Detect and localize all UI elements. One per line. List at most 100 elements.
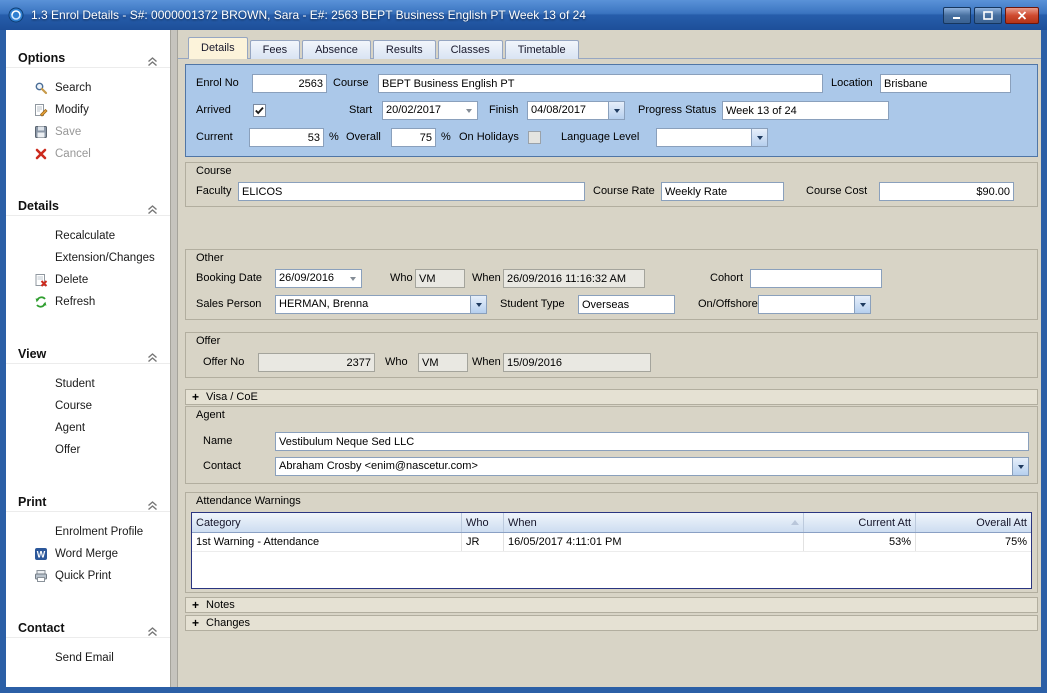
sidebar-splitter[interactable] bbox=[170, 30, 178, 687]
dropdown-arrow-icon[interactable] bbox=[751, 129, 767, 146]
sidebar-item-delete[interactable]: Delete bbox=[6, 269, 170, 291]
faculty-input[interactable] bbox=[238, 182, 585, 201]
tab-fees[interactable]: Fees bbox=[250, 40, 300, 59]
sidebar-header-details[interactable]: Details bbox=[6, 196, 170, 216]
sidebar-item-send-email[interactable]: Send Email bbox=[6, 647, 170, 669]
close-button[interactable] bbox=[1005, 7, 1039, 24]
sidebar-item-label: Modify bbox=[55, 104, 89, 116]
sidebar-item-enrolment-profile[interactable]: Enrolment Profile bbox=[6, 521, 170, 543]
start-date-combo[interactable]: 20/02/2017 bbox=[382, 101, 478, 120]
sidebar-item-offer[interactable]: Offer bbox=[6, 439, 170, 461]
collapse-chevrons-icon bbox=[147, 497, 158, 517]
dropdown-arrow-icon[interactable] bbox=[854, 296, 870, 313]
expand-plus-icon: + bbox=[192, 617, 199, 629]
column-header-current-att[interactable]: Current Att bbox=[804, 513, 916, 532]
enrol-no-input[interactable] bbox=[252, 74, 327, 93]
agent-contact-combo[interactable]: Abraham Crosby <enim@nascetur.com> bbox=[275, 457, 1029, 476]
agent-contact-value: Abraham Crosby <enim@nascetur.com> bbox=[276, 458, 1012, 475]
on-offshore-combo[interactable] bbox=[758, 295, 871, 314]
arrived-checkbox[interactable] bbox=[253, 104, 266, 117]
on-holidays-checkbox[interactable] bbox=[528, 131, 541, 144]
column-header-who[interactable]: Who bbox=[462, 513, 504, 532]
sidebar-header-print[interactable]: Print bbox=[6, 492, 170, 512]
agent-group: Agent Name Contact Abraham Crosby <enim@… bbox=[185, 406, 1038, 484]
warning-row[interactable]: 1st Warning - Attendance JR 16/05/2017 4… bbox=[192, 533, 1031, 552]
other-group-title: Other bbox=[196, 252, 224, 264]
sidebar-header-label: Options bbox=[18, 51, 65, 65]
sidebar-header-contact[interactable]: Contact bbox=[6, 618, 170, 638]
sales-person-label: Sales Person bbox=[196, 295, 261, 314]
enrol-details-window: 1.3 Enrol Details - S#: 0000001372 BROWN… bbox=[0, 0, 1047, 693]
location-input[interactable] bbox=[880, 74, 1011, 93]
sidebar-item-agent[interactable]: Agent bbox=[6, 417, 170, 439]
sales-person-value: HERMAN, Brenna bbox=[276, 296, 470, 313]
column-header-label: Who bbox=[466, 517, 489, 529]
visa-coe-expander[interactable]: + Visa / CoE bbox=[185, 389, 1038, 405]
enrol-header-panel: Enrol No Course Location Arrived Start 2… bbox=[185, 64, 1038, 157]
column-header-overall-att[interactable]: Overall Att bbox=[916, 513, 1031, 532]
offer-who-input[interactable] bbox=[418, 353, 468, 372]
dropdown-arrow-icon[interactable] bbox=[470, 296, 486, 313]
agent-name-input[interactable] bbox=[275, 432, 1029, 451]
column-header-label: Overall Att bbox=[976, 517, 1027, 529]
column-header-category[interactable]: Category bbox=[192, 513, 462, 532]
sidebar-item-recalculate[interactable]: Recalculate bbox=[6, 225, 170, 247]
progress-status-input[interactable] bbox=[722, 101, 889, 120]
tab-details[interactable]: Details bbox=[188, 37, 248, 59]
overall-att-input[interactable] bbox=[391, 128, 436, 147]
sidebar-item-course[interactable]: Course bbox=[6, 395, 170, 417]
sidebar-item-refresh[interactable]: Refresh bbox=[6, 291, 170, 313]
collapse-chevrons-icon bbox=[147, 623, 158, 643]
sidebar-item-quick-print[interactable]: Quick Print bbox=[6, 565, 170, 587]
finish-date-combo[interactable]: 04/08/2017 bbox=[527, 101, 625, 120]
agent-group-title: Agent bbox=[196, 409, 225, 421]
sidebar-item-extension-changes[interactable]: Extension/Changes bbox=[6, 247, 170, 269]
tab-absence[interactable]: Absence bbox=[302, 40, 371, 59]
changes-expander[interactable]: + Changes bbox=[185, 615, 1038, 631]
offer-when-input[interactable] bbox=[503, 353, 651, 372]
booking-when-input[interactable] bbox=[503, 269, 645, 288]
sidebar-header-label: Details bbox=[18, 199, 59, 213]
notes-label: Notes bbox=[206, 599, 235, 611]
sidebar-header-options[interactable]: Options bbox=[6, 48, 170, 68]
tab-results[interactable]: Results bbox=[373, 40, 436, 59]
sidebar-item-word-merge[interactable]: W Word Merge bbox=[6, 543, 170, 565]
notes-expander[interactable]: + Notes bbox=[185, 597, 1038, 613]
sidebar-item-student[interactable]: Student bbox=[6, 373, 170, 395]
tab-timetable[interactable]: Timetable bbox=[505, 40, 579, 59]
tab-classes[interactable]: Classes bbox=[438, 40, 503, 59]
minimize-button[interactable] bbox=[943, 7, 971, 24]
sidebar-item-cancel[interactable]: Cancel bbox=[6, 143, 170, 165]
sidebar-item-modify[interactable]: Modify bbox=[6, 99, 170, 121]
titlebar: 1.3 Enrol Details - S#: 0000001372 BROWN… bbox=[0, 0, 1047, 30]
column-header-when[interactable]: When bbox=[504, 513, 804, 532]
current-att-input[interactable] bbox=[249, 128, 324, 147]
sidebar-item-save[interactable]: Save bbox=[6, 121, 170, 143]
dropdown-arrow-icon[interactable] bbox=[345, 270, 361, 287]
dropdown-arrow-icon[interactable] bbox=[608, 102, 624, 119]
maximize-button[interactable] bbox=[974, 7, 1002, 24]
cell-category: 1st Warning - Attendance bbox=[192, 533, 462, 551]
collapse-chevrons-icon bbox=[147, 201, 158, 221]
dropdown-arrow-icon[interactable] bbox=[461, 102, 477, 119]
overall-percent-label: % bbox=[441, 128, 451, 147]
student-type-input[interactable] bbox=[578, 295, 675, 314]
booking-who-input[interactable] bbox=[415, 269, 465, 288]
dropdown-arrow-icon[interactable] bbox=[1012, 458, 1028, 475]
sales-person-combo[interactable]: HERMAN, Brenna bbox=[275, 295, 487, 314]
student-type-label: Student Type bbox=[500, 295, 565, 314]
course-cost-input[interactable] bbox=[879, 182, 1014, 201]
sidebar-item-label: Offer bbox=[55, 444, 80, 456]
language-level-combo[interactable] bbox=[656, 128, 768, 147]
sidebar-item-search[interactable]: Search bbox=[6, 77, 170, 99]
faculty-label: Faculty bbox=[196, 182, 231, 201]
booking-date-combo[interactable]: 26/09/2016 bbox=[275, 269, 362, 288]
course-rate-input[interactable] bbox=[661, 182, 784, 201]
sidebar-header-view[interactable]: View bbox=[6, 344, 170, 364]
course-name-input[interactable] bbox=[378, 74, 823, 93]
sidebar: Options Search Modify Save Cancel bbox=[6, 30, 170, 687]
cohort-input[interactable] bbox=[750, 269, 882, 288]
collapse-chevrons-icon bbox=[147, 349, 158, 369]
offer-no-input[interactable] bbox=[258, 353, 375, 372]
sidebar-item-label: Recalculate bbox=[55, 230, 115, 242]
